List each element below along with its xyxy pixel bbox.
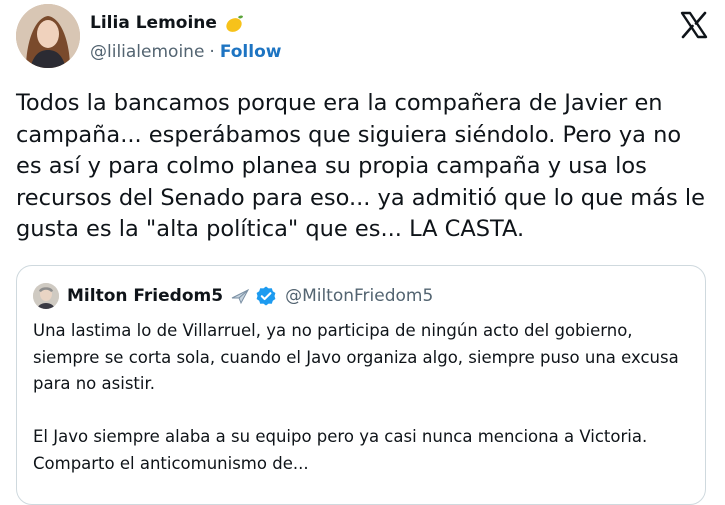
- lemon-icon: [226, 15, 243, 32]
- tweet-text: Todos la bancamos porque era la compañer…: [16, 90, 713, 242]
- separator-dot: ·: [209, 42, 215, 62]
- follow-button[interactable]: Follow: [220, 42, 282, 62]
- author-avatar[interactable]: [16, 4, 80, 68]
- author-handle-row: @lilialemoine · Follow: [90, 42, 281, 62]
- quoted-tweet-header: Milton Friedom5 @MiltonFriedom5: [33, 282, 433, 310]
- author-photo: [16, 4, 80, 68]
- airplane-icon: [231, 288, 250, 305]
- author-display-name[interactable]: Lilia Lemoine: [90, 13, 217, 33]
- quoted-tweet-card[interactable]: Milton Friedom5 @MiltonFriedom5 Una last…: [16, 265, 706, 505]
- author-handle[interactable]: @lilialemoine: [90, 42, 204, 62]
- verified-badge-icon: [256, 286, 276, 306]
- quoted-author-display-name[interactable]: Milton Friedom5: [67, 286, 223, 306]
- quoted-author-handle[interactable]: @MiltonFriedom5: [285, 286, 433, 306]
- x-logo-icon[interactable]: [679, 10, 709, 40]
- quoted-author-avatar[interactable]: [33, 283, 59, 309]
- author-name-row: Lilia Lemoine: [90, 12, 245, 34]
- quoted-author-photo: [33, 283, 59, 309]
- tweet-header: Lilia Lemoine @lilialemoine · Follow: [16, 4, 709, 68]
- quoted-tweet-text: Una lastima lo de Villarruel, ya no part…: [33, 321, 679, 473]
